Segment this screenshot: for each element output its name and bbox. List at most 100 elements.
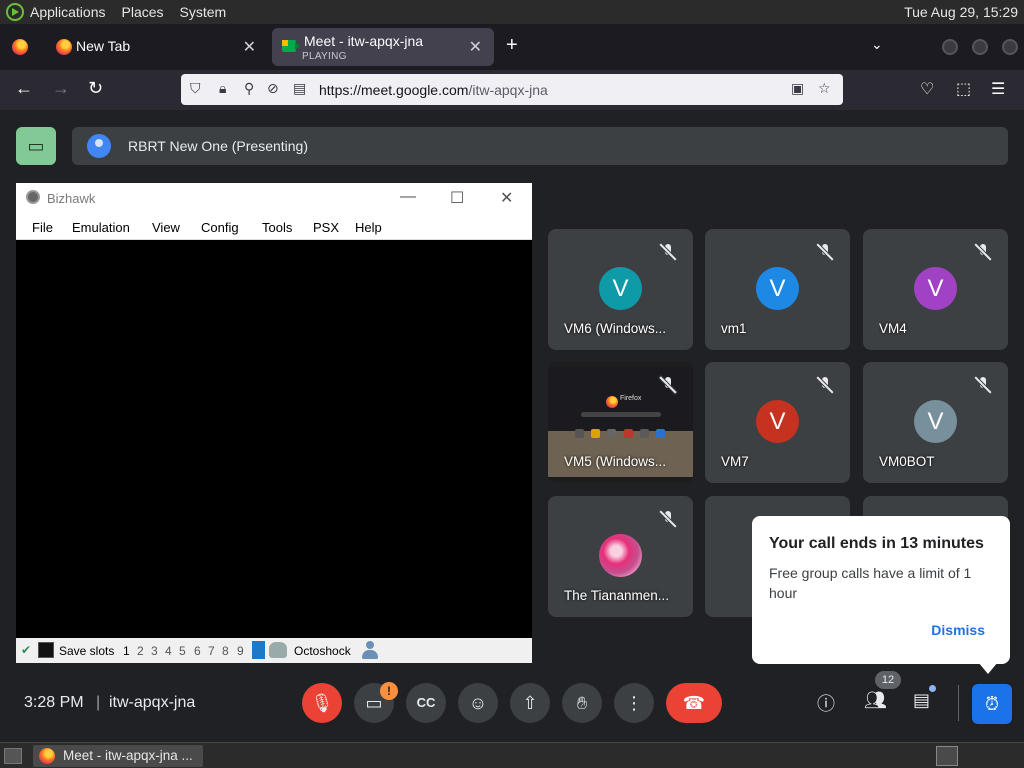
dismiss-button[interactable]: Dismiss [931,622,985,638]
tracking-blocked-icon[interactable]: ⊘ [267,80,279,97]
close-tab-icon[interactable]: ✕ [243,37,256,57]
bottom-taskbar: Meet - itw-apqx-jna ... [0,742,1024,768]
avatar [599,534,642,577]
tab-meet[interactable]: Meet - itw-apqx-jna PLAYING ✕ [272,28,494,66]
top-panel: Applications Places System Tue Aug 29, 1… [0,0,1024,24]
save-slot: 6 [194,644,201,658]
menu-file: File [32,220,53,235]
panel-clock[interactable]: Tue Aug 29, 15:29 [904,4,1018,20]
applications-menu[interactable]: Applications [30,4,106,20]
user-icon [362,641,378,659]
save-slot: 9 [237,644,244,658]
participant-tile[interactable]: V VM7 [705,362,850,483]
extensions-icon[interactable]: ⬚ [956,79,971,99]
participant-tile[interactable]: V vm1 [705,229,850,350]
meeting-time: 3:28 PM [24,694,84,711]
bizhawk-titlebar: Bizhawk — ☐ ✕ [16,183,532,213]
mic-off-icon [659,510,677,528]
bizhawk-app-icon [26,190,40,204]
url-path: /itw-apqx-jna [468,82,548,98]
places-menu[interactable]: Places [122,4,164,20]
save-slot: 5 [179,644,186,658]
save-slot-icon [38,642,54,658]
menu-psx: PSX [313,220,340,235]
save-slots-label: Save slots [59,644,115,658]
meeting-details-info-icon[interactable]: ⓘ [817,690,835,716]
mic-off-icon [974,243,992,261]
reader-view-icon[interactable]: ▣ [791,80,804,97]
meeting-info-separator: | [96,694,101,711]
bizhawk-statusbar: ✔ Save slots 1 2 3 4 5 6 7 8 9 Octoshock [16,638,532,663]
shield-icon[interactable]: ⛉ [190,80,201,97]
thumbnail-shortcut [640,429,649,438]
thumbnail-text: Firefox [620,395,642,402]
page-info-icon[interactable]: ▤ [293,80,306,97]
tab-new-tab[interactable]: New Tab ✕ [44,28,268,66]
distro-logo-icon[interactable] [6,3,24,21]
participant-name: VM7 [721,454,749,469]
control-divider [958,685,959,721]
forward-arrow-icon[interactable]: → [52,78,70,99]
leave-call-button[interactable]: ☎︎ [666,683,722,723]
more-options-button[interactable]: ⋮ [614,683,654,723]
participant-tile[interactable]: V VM6 (Windows... [548,229,693,350]
save-slot: 1 [123,644,130,658]
participant-tile[interactable]: V VM0BOT [863,362,1008,483]
thumbnail-shortcut [656,429,665,438]
participant-name: VM0BOT [879,454,935,469]
bizhawk-title: Bizhawk [47,191,96,206]
taskbar-window-button[interactable]: Meet - itw-apqx-jna ... [33,745,203,767]
minimize-window-icon[interactable] [942,39,958,55]
url-bar[interactable]: ⛉ 🔒︎ ⚲ ⊘ ▤ https://meet.google.com/itw-a… [181,74,843,105]
maximize-window-icon[interactable] [972,39,988,55]
back-arrow-icon[interactable]: ← [15,78,33,99]
hamburger-menu-icon[interactable]: ☰ [991,79,1005,99]
participant-tile[interactable]: Firefox VM5 (Windows... [548,362,693,483]
show-desktop-icon[interactable] [4,748,22,764]
meet-main: ▭ RBRT New One (Presenting) Bizhawk — ☐ … [0,110,1024,742]
tab-audio-status[interactable]: PLAYING [302,51,347,62]
selected-slot-indicator [252,641,265,659]
participant-tile[interactable]: The Tiananmen... [548,496,693,617]
save-slot: 2 [137,644,144,658]
thumbnail-shortcut [575,429,584,438]
url-prefix: https://meet. [319,82,397,98]
tab-title: Meet - itw-apqx-jna [304,33,424,49]
new-tab-plus-icon[interactable]: + [506,34,518,57]
pocket-icon[interactable]: ♡ [920,79,934,99]
checkmark-icon: ✔ [21,643,32,657]
mic-off-icon [816,243,834,261]
avatar: V [756,267,799,310]
raise-hand-button[interactable]: ✋︎ [562,683,602,723]
reload-icon[interactable]: ↻ [88,78,103,99]
alarm-clock-icon[interactable]: ⏰︎ [972,684,1012,724]
permissions-icon[interactable]: ⚲ [244,80,254,97]
menu-emulation: Emulation [72,220,130,235]
firefox-view-icon[interactable] [12,39,28,55]
presentation-icon[interactable]: ▭ [16,127,56,165]
emoji-reaction-button[interactable]: ☺ [458,683,498,723]
captions-button[interactable]: CC [406,683,446,723]
close-window-icon[interactable] [1002,39,1018,55]
chevron-down-icon[interactable]: ⌄ [871,36,883,53]
thumbnail-shortcut [624,429,633,438]
url-text[interactable]: https://meet.google.com/itw-apqx-jna [319,82,548,98]
nav-bar: ← → ↻ ⛉ 🔒︎ ⚲ ⊘ ▤ https://meet.google.com… [0,70,1024,110]
firefox-icon [39,748,55,764]
participant-tile[interactable]: V VM4 [863,229,1008,350]
present-screen-button[interactable]: ⇧ [510,683,550,723]
thumbnail-shortcut [591,429,600,438]
mic-off-icon [659,376,677,394]
close-tab-icon[interactable]: ✕ [469,37,482,57]
save-slot: 3 [151,644,158,658]
lock-icon[interactable]: 🔒︎ [219,80,226,97]
tray-firefox-icon[interactable] [936,746,958,766]
participant-name: vm1 [721,321,747,336]
emulator-screen [16,240,532,638]
participant-name: The Tiananmen... [564,588,670,603]
people-icon[interactable]: 👥︎ [864,690,887,711]
mic-toggle-button[interactable]: 🎙︎ [302,683,342,723]
system-menu[interactable]: System [180,4,227,20]
bookmark-star-icon[interactable]: ☆ [818,80,831,97]
chat-icon[interactable]: ▤ [913,690,930,711]
